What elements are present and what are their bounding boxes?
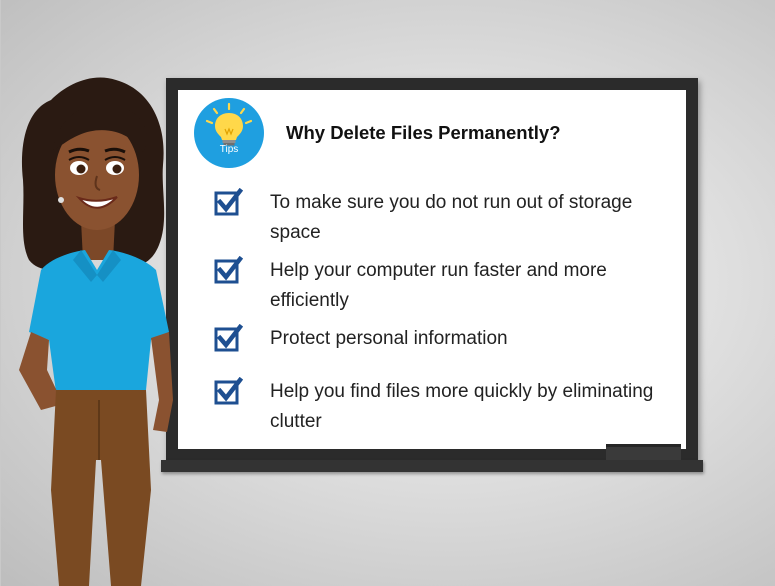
board-title: Why Delete Files Permanently?	[286, 122, 561, 143]
tips-badge: Tips	[194, 98, 264, 168]
eraser	[606, 444, 681, 460]
checkbox-checked-icon	[214, 377, 243, 405]
list-item-text: Help your computer run faster and more e…	[270, 260, 607, 311]
checkbox-checked-icon	[214, 324, 243, 352]
lightbulb-icon	[205, 102, 253, 146]
whiteboard-tray	[161, 460, 703, 472]
checkbox-checked-icon	[214, 256, 243, 284]
list-item-text: To make sure you do not run out of stora…	[270, 192, 633, 243]
checkbox-checked-icon	[214, 188, 243, 216]
list-item-text: Protect personal information	[270, 328, 508, 349]
list-item-text: Help you find files more quickly by elim…	[270, 381, 654, 432]
slide-stage: Tips Why Delete Files Permanently? To ma…	[0, 0, 775, 586]
tips-label: Tips	[219, 144, 239, 155]
presenter-illustration	[19, 77, 173, 586]
